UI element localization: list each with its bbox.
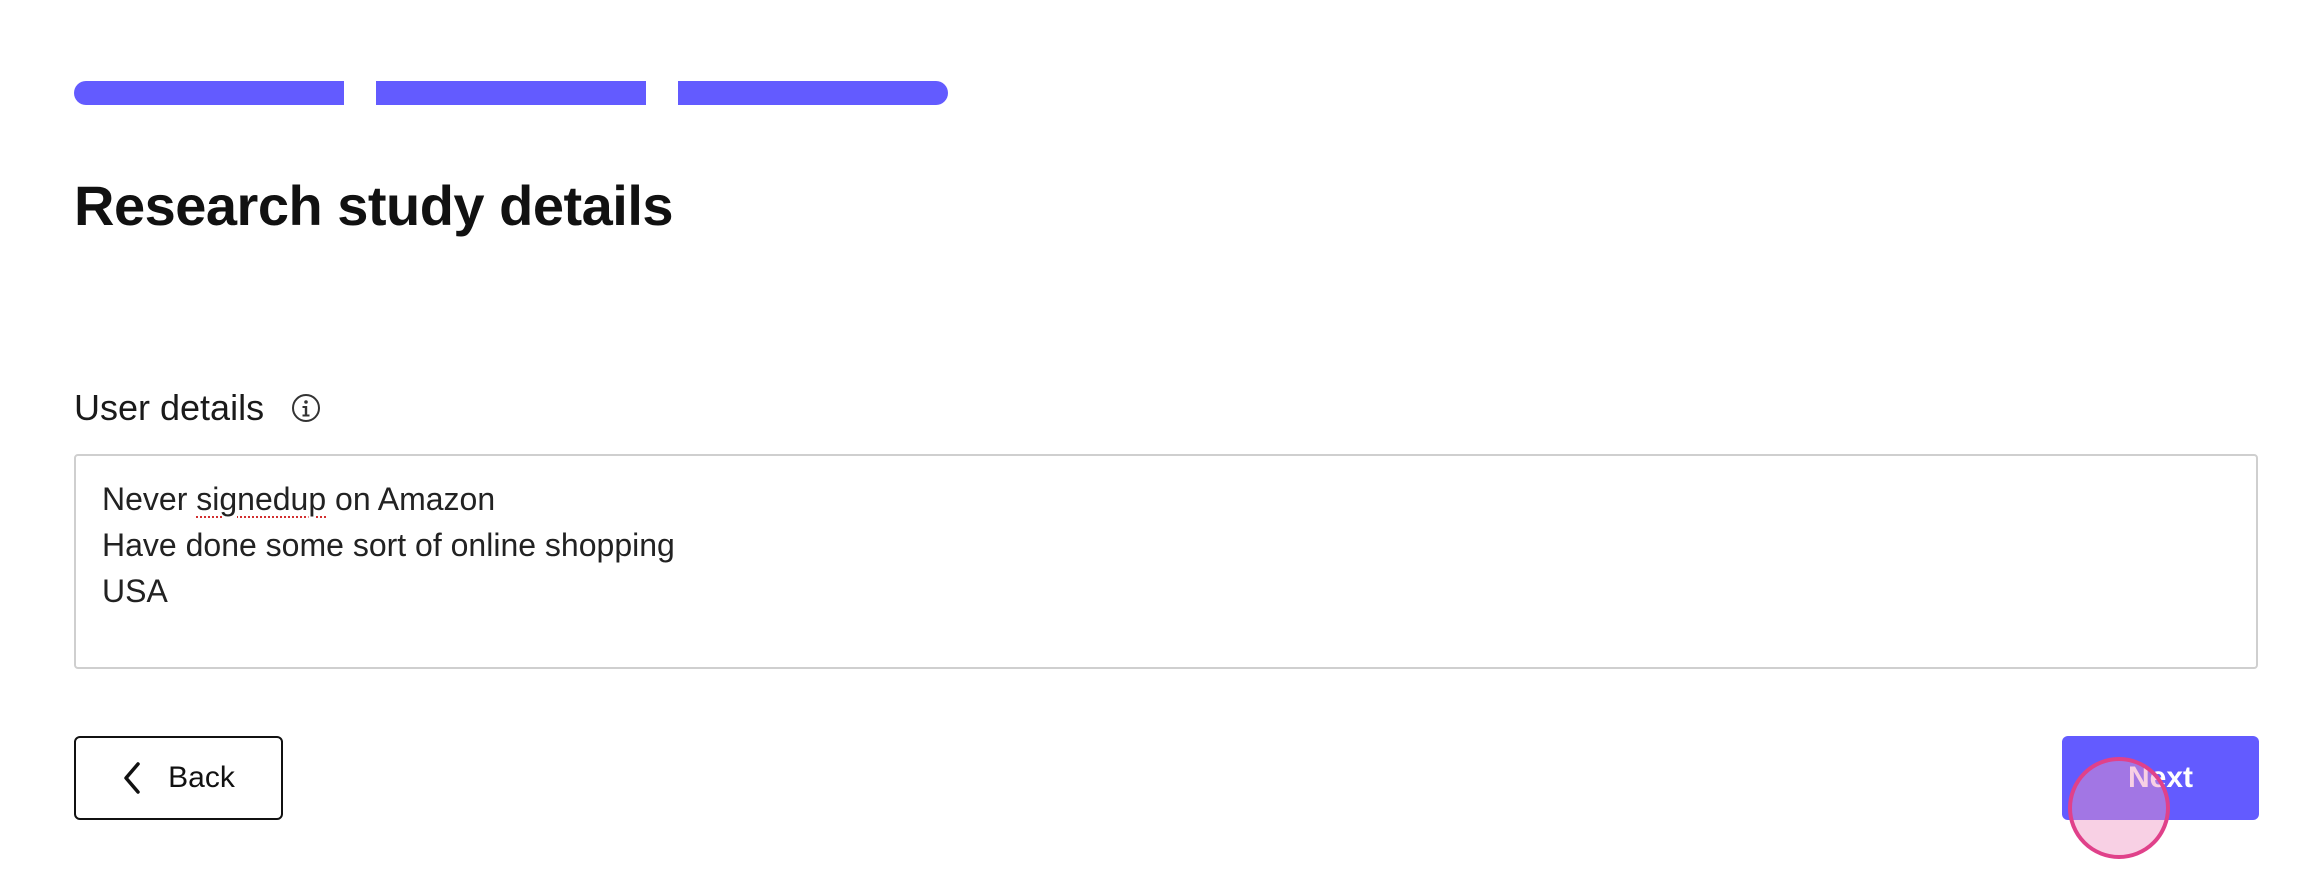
- line-1-suffix: on Amazon: [326, 481, 496, 517]
- progress-step-3: [678, 81, 948, 105]
- misspelled-word: signedup: [196, 481, 327, 517]
- progress-step-2: [376, 81, 646, 105]
- user-details-label: User details: [74, 387, 265, 428]
- back-button[interactable]: Back: [74, 736, 283, 820]
- user-details-line-2: Have done some sort of online shopping: [102, 527, 675, 563]
- line-1-prefix: Never: [102, 481, 197, 517]
- user-details-line-3: USA: [102, 573, 168, 609]
- next-button-label: Next: [2127, 761, 2194, 794]
- page-title: Research study details: [74, 174, 674, 237]
- back-button-label: Back: [168, 761, 235, 794]
- user-details-line-1: Never signedup on Amazon: [102, 476, 2230, 522]
- user-details-label-row: User details: [74, 386, 322, 429]
- progress-bar: [74, 81, 948, 105]
- next-button[interactable]: Next: [2062, 736, 2259, 820]
- chevron-left-icon: [122, 761, 142, 795]
- progress-step-1: [74, 81, 344, 105]
- info-icon[interactable]: [290, 392, 322, 424]
- user-details-textarea[interactable]: Never signedup on Amazon Have done some …: [74, 454, 2258, 669]
